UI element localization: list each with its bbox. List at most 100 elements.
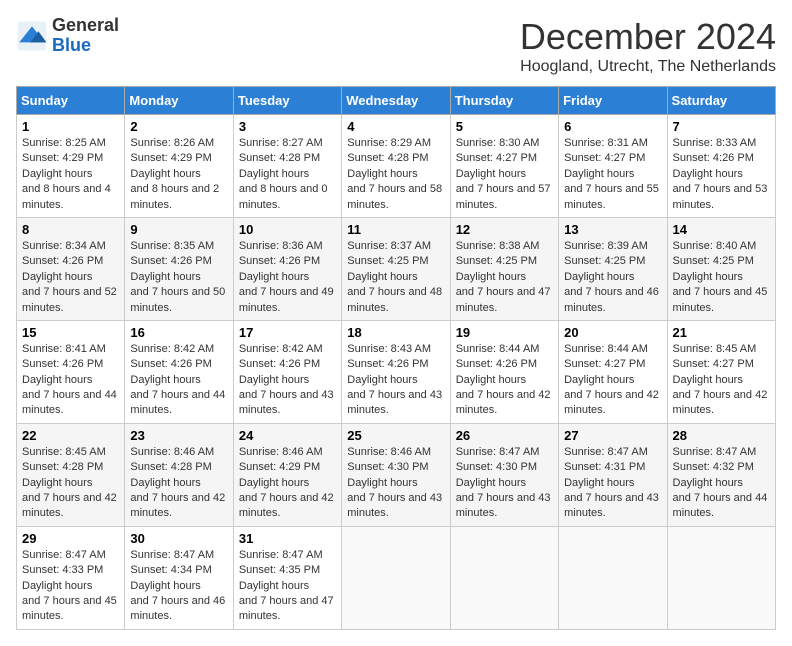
day-detail: Sunrise: 8:41 AMSunset: 4:26 PMDaylight …: [22, 342, 119, 419]
day-cell: 14 Sunrise: 8:40 AMSunset: 4:25 PMDaylig…: [667, 217, 775, 320]
weekday-header: Friday: [559, 87, 667, 115]
day-number: 2: [130, 119, 227, 134]
day-number: 5: [456, 119, 553, 134]
day-number: 1: [22, 119, 119, 134]
day-number: 24: [239, 428, 336, 443]
day-detail: Sunrise: 8:42 AMSunset: 4:26 PMDaylight …: [239, 342, 336, 419]
calendar-week-row: 15 Sunrise: 8:41 AMSunset: 4:26 PMDaylig…: [17, 320, 776, 423]
day-detail: Sunrise: 8:30 AMSunset: 4:27 PMDaylight …: [456, 136, 553, 213]
day-detail: Sunrise: 8:47 AMSunset: 4:33 PMDaylight …: [22, 548, 119, 625]
day-cell: 27 Sunrise: 8:47 AMSunset: 4:31 PMDaylig…: [559, 423, 667, 526]
weekday-header: Sunday: [17, 87, 125, 115]
day-number: 13: [564, 222, 661, 237]
day-detail: Sunrise: 8:31 AMSunset: 4:27 PMDaylight …: [564, 136, 661, 213]
day-cell: 5 Sunrise: 8:30 AMSunset: 4:27 PMDayligh…: [450, 115, 558, 218]
day-number: 11: [347, 222, 444, 237]
weekday-header: Wednesday: [342, 87, 450, 115]
day-number: 17: [239, 325, 336, 340]
day-number: 26: [456, 428, 553, 443]
weekday-header: Tuesday: [233, 87, 341, 115]
day-cell: 7 Sunrise: 8:33 AMSunset: 4:26 PMDayligh…: [667, 115, 775, 218]
logo-text-blue: Blue: [52, 36, 119, 56]
empty-day-cell: [342, 526, 450, 629]
day-cell: 18 Sunrise: 8:43 AMSunset: 4:26 PMDaylig…: [342, 320, 450, 423]
day-cell: 2 Sunrise: 8:26 AMSunset: 4:29 PMDayligh…: [125, 115, 233, 218]
day-detail: Sunrise: 8:44 AMSunset: 4:26 PMDaylight …: [456, 342, 553, 419]
logo: General Blue: [16, 16, 119, 56]
calendar-header-row: SundayMondayTuesdayWednesdayThursdayFrid…: [17, 87, 776, 115]
day-detail: Sunrise: 8:46 AMSunset: 4:28 PMDaylight …: [130, 445, 227, 522]
day-number: 31: [239, 531, 336, 546]
logo-icon: [16, 20, 48, 52]
day-detail: Sunrise: 8:29 AMSunset: 4:28 PMDaylight …: [347, 136, 444, 213]
day-cell: 4 Sunrise: 8:29 AMSunset: 4:28 PMDayligh…: [342, 115, 450, 218]
day-number: 8: [22, 222, 119, 237]
day-number: 3: [239, 119, 336, 134]
day-cell: 31 Sunrise: 8:47 AMSunset: 4:35 PMDaylig…: [233, 526, 341, 629]
day-number: 16: [130, 325, 227, 340]
day-number: 18: [347, 325, 444, 340]
day-number: 22: [22, 428, 119, 443]
day-cell: 15 Sunrise: 8:41 AMSunset: 4:26 PMDaylig…: [17, 320, 125, 423]
day-detail: Sunrise: 8:46 AMSunset: 4:30 PMDaylight …: [347, 445, 444, 522]
day-cell: 12 Sunrise: 8:38 AMSunset: 4:25 PMDaylig…: [450, 217, 558, 320]
calendar-table: SundayMondayTuesdayWednesdayThursdayFrid…: [16, 86, 776, 630]
day-number: 14: [673, 222, 770, 237]
day-detail: Sunrise: 8:44 AMSunset: 4:27 PMDaylight …: [564, 342, 661, 419]
title-area: December 2024 Hoogland, Utrecht, The Net…: [520, 16, 776, 76]
day-number: 20: [564, 325, 661, 340]
day-detail: Sunrise: 8:45 AMSunset: 4:27 PMDaylight …: [673, 342, 770, 419]
day-number: 7: [673, 119, 770, 134]
day-detail: Sunrise: 8:27 AMSunset: 4:28 PMDaylight …: [239, 136, 336, 213]
day-detail: Sunrise: 8:45 AMSunset: 4:28 PMDaylight …: [22, 445, 119, 522]
day-cell: 22 Sunrise: 8:45 AMSunset: 4:28 PMDaylig…: [17, 423, 125, 526]
day-number: 27: [564, 428, 661, 443]
day-cell: 8 Sunrise: 8:34 AMSunset: 4:26 PMDayligh…: [17, 217, 125, 320]
weekday-header: Monday: [125, 87, 233, 115]
day-cell: 24 Sunrise: 8:46 AMSunset: 4:29 PMDaylig…: [233, 423, 341, 526]
day-cell: 23 Sunrise: 8:46 AMSunset: 4:28 PMDaylig…: [125, 423, 233, 526]
day-cell: 1 Sunrise: 8:25 AMSunset: 4:29 PMDayligh…: [17, 115, 125, 218]
day-detail: Sunrise: 8:33 AMSunset: 4:26 PMDaylight …: [673, 136, 770, 213]
day-detail: Sunrise: 8:34 AMSunset: 4:26 PMDaylight …: [22, 239, 119, 316]
day-cell: 6 Sunrise: 8:31 AMSunset: 4:27 PMDayligh…: [559, 115, 667, 218]
day-cell: 21 Sunrise: 8:45 AMSunset: 4:27 PMDaylig…: [667, 320, 775, 423]
day-cell: 29 Sunrise: 8:47 AMSunset: 4:33 PMDaylig…: [17, 526, 125, 629]
day-cell: 30 Sunrise: 8:47 AMSunset: 4:34 PMDaylig…: [125, 526, 233, 629]
day-cell: 16 Sunrise: 8:42 AMSunset: 4:26 PMDaylig…: [125, 320, 233, 423]
day-cell: 19 Sunrise: 8:44 AMSunset: 4:26 PMDaylig…: [450, 320, 558, 423]
day-cell: 11 Sunrise: 8:37 AMSunset: 4:25 PMDaylig…: [342, 217, 450, 320]
day-detail: Sunrise: 8:25 AMSunset: 4:29 PMDaylight …: [22, 136, 119, 213]
day-detail: Sunrise: 8:47 AMSunset: 4:35 PMDaylight …: [239, 548, 336, 625]
empty-day-cell: [450, 526, 558, 629]
day-number: 21: [673, 325, 770, 340]
day-cell: 10 Sunrise: 8:36 AMSunset: 4:26 PMDaylig…: [233, 217, 341, 320]
day-number: 19: [456, 325, 553, 340]
day-number: 30: [130, 531, 227, 546]
calendar-week-row: 29 Sunrise: 8:47 AMSunset: 4:33 PMDaylig…: [17, 526, 776, 629]
day-detail: Sunrise: 8:43 AMSunset: 4:26 PMDaylight …: [347, 342, 444, 419]
day-detail: Sunrise: 8:26 AMSunset: 4:29 PMDaylight …: [130, 136, 227, 213]
day-detail: Sunrise: 8:42 AMSunset: 4:26 PMDaylight …: [130, 342, 227, 419]
day-detail: Sunrise: 8:37 AMSunset: 4:25 PMDaylight …: [347, 239, 444, 316]
calendar-week-row: 22 Sunrise: 8:45 AMSunset: 4:28 PMDaylig…: [17, 423, 776, 526]
weekday-header: Thursday: [450, 87, 558, 115]
day-cell: 26 Sunrise: 8:47 AMSunset: 4:30 PMDaylig…: [450, 423, 558, 526]
day-number: 25: [347, 428, 444, 443]
day-cell: 3 Sunrise: 8:27 AMSunset: 4:28 PMDayligh…: [233, 115, 341, 218]
calendar-week-row: 8 Sunrise: 8:34 AMSunset: 4:26 PMDayligh…: [17, 217, 776, 320]
day-detail: Sunrise: 8:46 AMSunset: 4:29 PMDaylight …: [239, 445, 336, 522]
day-number: 15: [22, 325, 119, 340]
day-number: 9: [130, 222, 227, 237]
day-cell: 17 Sunrise: 8:42 AMSunset: 4:26 PMDaylig…: [233, 320, 341, 423]
day-number: 28: [673, 428, 770, 443]
day-number: 4: [347, 119, 444, 134]
logo-text-general: General: [52, 16, 119, 36]
day-detail: Sunrise: 8:39 AMSunset: 4:25 PMDaylight …: [564, 239, 661, 316]
day-cell: 28 Sunrise: 8:47 AMSunset: 4:32 PMDaylig…: [667, 423, 775, 526]
day-detail: Sunrise: 8:47 AMSunset: 4:32 PMDaylight …: [673, 445, 770, 522]
day-detail: Sunrise: 8:40 AMSunset: 4:25 PMDaylight …: [673, 239, 770, 316]
day-cell: 20 Sunrise: 8:44 AMSunset: 4:27 PMDaylig…: [559, 320, 667, 423]
day-detail: Sunrise: 8:35 AMSunset: 4:26 PMDaylight …: [130, 239, 227, 316]
location: Hoogland, Utrecht, The Netherlands: [520, 58, 776, 76]
